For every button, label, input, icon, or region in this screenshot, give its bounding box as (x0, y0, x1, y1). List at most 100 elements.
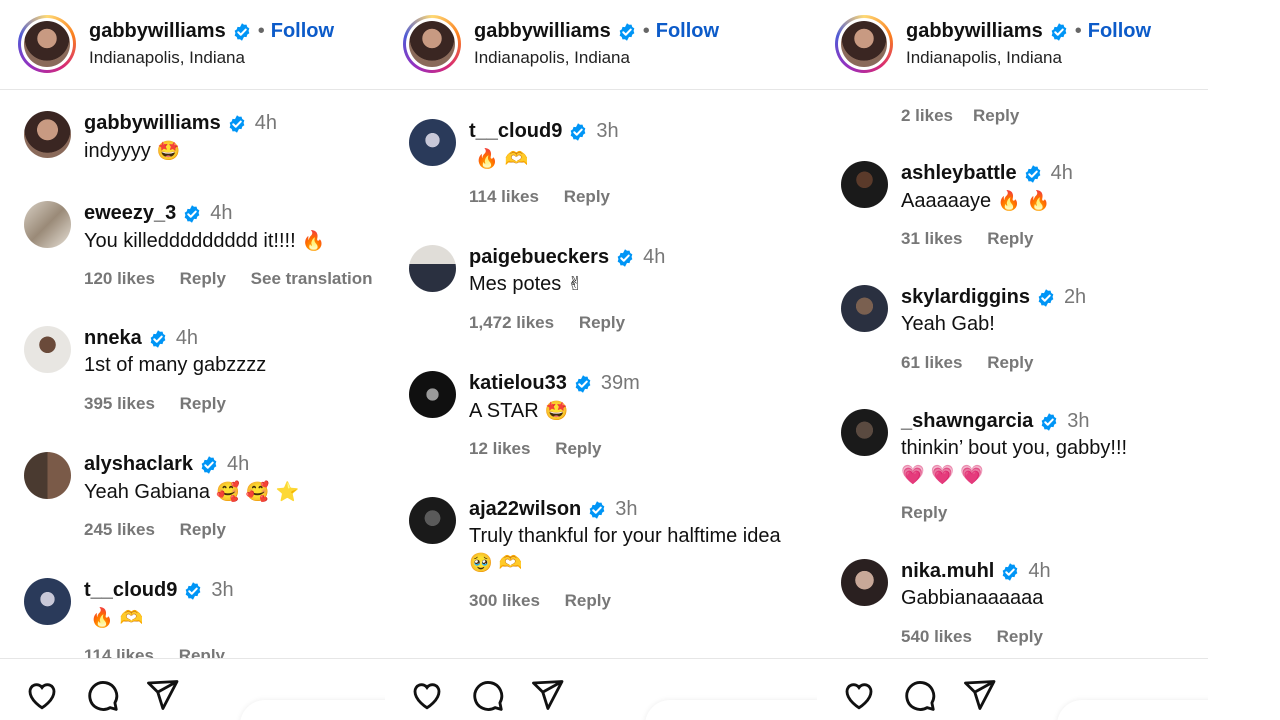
commenter-avatar[interactable] (841, 559, 888, 606)
verified-badge-icon (232, 22, 252, 42)
comment-username[interactable]: t__cloud9 (469, 120, 562, 143)
reply-button[interactable]: Reply (987, 229, 1033, 248)
profile-avatar[interactable] (403, 15, 461, 73)
header-username[interactable]: gabbywilliams (89, 20, 226, 43)
comment-text: thinkin’ bout you, gabby!!! (901, 437, 1128, 459)
verified-badge-icon (148, 329, 168, 349)
likes-count[interactable]: 120 likes (84, 269, 155, 288)
verified-badge-icon (1039, 412, 1059, 432)
commenter-avatar[interactable] (24, 326, 71, 373)
comment-username[interactable]: t__cloud9 (84, 579, 177, 602)
comment-username[interactable]: nika.muhl (901, 560, 994, 583)
follow-button[interactable]: Follow (656, 20, 719, 43)
comment-username[interactable]: gabbywilliams (84, 112, 221, 135)
commenter-avatar[interactable] (409, 245, 456, 292)
see-translation-button[interactable]: See translation (251, 269, 373, 288)
separator-dot: • (1074, 20, 1082, 42)
likes-count[interactable]: 114 likes (84, 646, 154, 658)
commenter-avatar[interactable] (409, 119, 456, 166)
header-username[interactable]: gabbywilliams (906, 20, 1043, 43)
reply-button[interactable]: Reply (555, 439, 601, 458)
header-username[interactable]: gabbywilliams (474, 20, 611, 43)
follow-button[interactable]: Follow (1088, 20, 1151, 43)
comment-meta: 540 likes Reply (901, 627, 1063, 647)
comment-list[interactable]: t__cloud9 3h 🔥 🫶 114 likes Reply paigebu… (385, 91, 817, 658)
reply-button[interactable]: Reply (565, 591, 611, 610)
comment-time: 39m (600, 372, 640, 394)
likes-count[interactable]: 2 likes (901, 106, 953, 125)
likes-count[interactable]: 61 likes (901, 353, 962, 372)
profile-avatar[interactable] (18, 15, 76, 73)
comment-username[interactable]: eweezy_3 (84, 202, 176, 225)
comment-username[interactable]: aja22wilson (469, 498, 581, 521)
reply-button[interactable]: Reply (180, 394, 226, 413)
post-location[interactable]: Indianapolis, Indiana (474, 48, 630, 68)
comment-meta: 395 likes Reply (84, 394, 246, 414)
likes-count[interactable]: 12 likes (469, 439, 530, 458)
reply-button[interactable]: Reply (180, 520, 226, 539)
comment-username[interactable]: katielou33 (469, 372, 567, 395)
reply-button[interactable]: Reply (179, 646, 225, 658)
comment-username[interactable]: ashleybattle (901, 162, 1017, 185)
likes-count[interactable]: 395 likes (84, 394, 155, 413)
verified-badge-icon (1049, 22, 1069, 42)
comment-username[interactable]: alyshaclark (84, 453, 193, 476)
likes-count[interactable]: 31 likes (901, 229, 962, 248)
reply-button[interactable]: Reply (997, 627, 1043, 646)
comments-panel-1: gabbywilliams • Follow Indianapolis, Ind… (0, 0, 385, 720)
comment-time: 3h (615, 498, 638, 520)
likes-count[interactable]: 300 likes (469, 591, 540, 610)
comment-text: Yeah Gab! (901, 313, 995, 335)
commenter-avatar[interactable] (24, 201, 71, 248)
heart-icon[interactable] (841, 677, 877, 713)
comment-username[interactable]: nneka (84, 327, 142, 350)
comment-time: 4h (226, 453, 250, 475)
commenter-avatar[interactable] (24, 578, 71, 625)
comment-time: 4h (1028, 560, 1051, 582)
verified-badge-icon (617, 22, 637, 42)
comment-text: Yeah Gabiana 🥰 🥰 ⭐ (84, 481, 300, 503)
heart-icon[interactable] (24, 677, 60, 713)
reply-button[interactable]: Reply (901, 503, 947, 522)
commenter-avatar[interactable] (409, 497, 456, 544)
reply-button[interactable]: Reply (180, 269, 226, 288)
reply-button[interactable]: Reply (579, 313, 625, 332)
comment-icon[interactable] (901, 677, 937, 713)
heart-icon[interactable] (409, 677, 445, 713)
profile-avatar[interactable] (835, 15, 893, 73)
comment-meta: 300 likes Reply (469, 591, 631, 611)
comment-emoji: 🤩 (156, 140, 181, 162)
reply-button[interactable]: Reply (987, 353, 1033, 372)
commenter-avatar[interactable] (841, 161, 888, 208)
commenter-avatar[interactable] (24, 111, 71, 158)
comment-username[interactable]: skylardiggins (901, 286, 1030, 309)
commenter-avatar[interactable] (24, 452, 71, 499)
comment-text: Mes potes ✌ (469, 273, 584, 295)
comment-list[interactable]: gabbywilliams 4h indyyyy 🤩 eweezy_3 4h Yo… (0, 91, 385, 658)
overlay-bubble (240, 700, 385, 720)
comment-list[interactable]: 2 likes Reply ashleybattle 4h Aaaaaaye 🔥 🔥… (817, 91, 1208, 658)
post-location[interactable]: Indianapolis, Indiana (89, 48, 245, 68)
commenter-avatar[interactable] (841, 409, 888, 456)
likes-count[interactable]: 1,472 likes (469, 313, 554, 332)
post-header: gabbywilliams • Follow Indianapolis, Ind… (817, 0, 1208, 90)
likes-count[interactable]: 245 likes (84, 520, 155, 539)
comment-username[interactable]: _shawngarcia (901, 410, 1033, 433)
follow-button[interactable]: Follow (271, 20, 334, 43)
reply-button[interactable]: Reply (564, 187, 610, 206)
comment-icon[interactable] (84, 677, 120, 713)
share-icon[interactable] (529, 677, 565, 713)
share-icon[interactable] (961, 677, 997, 713)
comment-username[interactable]: paigebueckers (469, 246, 609, 269)
post-location[interactable]: Indianapolis, Indiana (906, 48, 1062, 68)
share-icon[interactable] (144, 677, 180, 713)
action-bar (0, 658, 385, 720)
likes-count[interactable]: 114 likes (469, 187, 539, 206)
comment-emoji: 🥰 🥰 ⭐ (216, 481, 300, 503)
commenter-avatar[interactable] (841, 285, 888, 332)
comment-icon[interactable] (469, 677, 505, 713)
right-margin (1208, 0, 1280, 720)
commenter-avatar[interactable] (409, 371, 456, 418)
reply-button[interactable]: Reply (973, 106, 1019, 125)
likes-count[interactable]: 540 likes (901, 627, 972, 646)
